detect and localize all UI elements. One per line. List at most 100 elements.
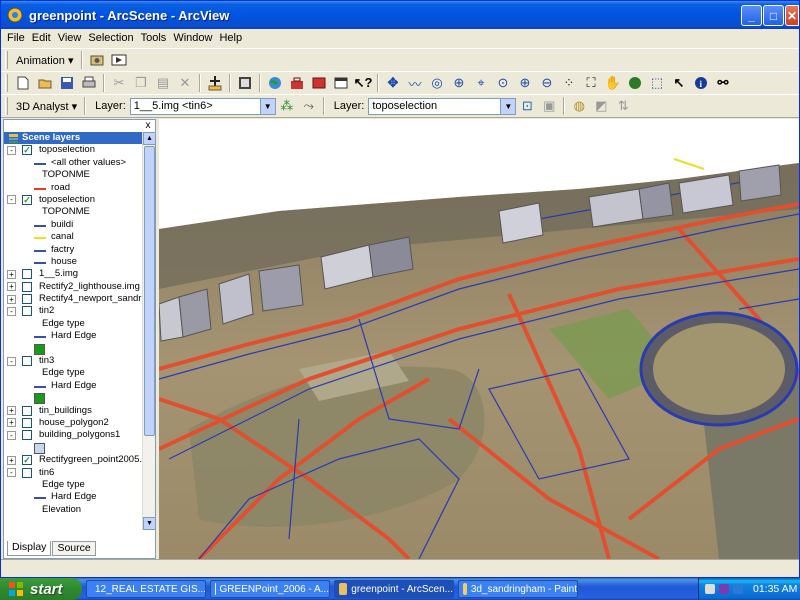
expand-icon[interactable]: + [7,282,16,292]
start-button[interactable]: start [0,578,82,600]
scene-properties-icon[interactable] [234,73,256,93]
collapse-icon[interactable]: - [7,145,16,155]
add-data-icon[interactable] [204,73,226,93]
steepest-path-icon[interactable]: ⤳ [298,96,320,116]
save-icon[interactable] [56,73,78,93]
collapse-icon[interactable]: - [7,356,16,366]
layer-visibility-checkbox[interactable] [22,294,32,305]
menu-help[interactable]: Help [219,32,242,44]
toc-row[interactable] [4,343,142,355]
new-icon[interactable] [12,73,34,93]
toc-row[interactable]: - tin6 [4,467,142,479]
animation-controls-icon[interactable] [108,50,130,70]
cut-icon[interactable]: ✂ [108,73,130,93]
menu-window[interactable]: Window [173,32,212,44]
maximize-button[interactable]: □ [763,5,784,26]
layer-select[interactable]: 1__5.img <tin6> ▼ [129,97,276,115]
command-line-icon[interactable] [308,73,330,93]
menu-selection[interactable]: Selection [88,32,133,44]
scroll-thumb[interactable] [144,146,155,436]
toc-row[interactable]: TOPONME [4,169,142,181]
scene-layers-header[interactable]: Scene layers [4,132,142,145]
globe-icon[interactable] [264,73,286,93]
layer-visibility-checkbox[interactable] [22,281,32,292]
toolbar-grip[interactable] [5,51,8,69]
toc-row[interactable]: factry [4,244,142,256]
task-arcscene[interactable]: greenpoint - ArcScen... [334,580,454,598]
expand-icon[interactable]: + [7,455,16,465]
menu-view[interactable]: View [58,32,82,44]
toc-row[interactable]: Hard Edge [4,330,142,342]
tab-source[interactable]: Source [52,541,96,556]
select-icon[interactable]: ↖ [668,73,690,93]
toc-row[interactable]: - tin3 [4,355,142,367]
delete-icon[interactable]: ✕ [174,73,196,93]
scroll-down-icon[interactable]: ▼ [143,517,156,530]
collapse-icon[interactable]: - [7,468,16,478]
task-greenpoint-2006[interactable]: GREENPoint_2006 - A... [210,580,330,598]
3d-analyst-menu-button[interactable]: 3D Analyst ▾ [12,97,81,115]
toc-row[interactable]: buildi [4,219,142,231]
toc-row[interactable]: canal [4,231,142,243]
zoom-out-icon[interactable]: ⊖ [536,73,558,93]
toc-row[interactable]: Hard Edge [4,380,142,392]
collapse-icon[interactable]: - [7,195,16,205]
toc-row[interactable]: - ✓ toposelection [4,144,142,156]
copy-icon[interactable]: ❐ [130,73,152,93]
toc-row[interactable]: + tin_buildings [4,405,142,417]
toc-row[interactable]: + Rectify4_newport_sandrin [4,293,142,305]
layer-visibility-checkbox[interactable] [22,405,32,416]
toc-close-icon[interactable]: x [143,121,153,131]
toc-scrollbar[interactable]: ▲ ▼ [142,132,156,530]
close-button[interactable]: ✕ [785,5,799,26]
full-extent-icon[interactable]: ⁘ [558,73,580,93]
toc-row[interactable]: house [4,256,142,268]
layer-visibility-checkbox[interactable] [22,356,32,367]
navigate-icon[interactable]: ✥ [382,73,404,93]
find-icon[interactable]: ⚯ [712,73,734,93]
toc-row[interactable] [4,442,142,454]
animation-menu-button[interactable]: Animation ▾ [12,51,78,69]
toc-row[interactable]: + Rectify2_lighthouse.img [4,281,142,293]
toc-row[interactable]: - tin2 [4,305,142,317]
target-center-icon[interactable]: ◎ [426,73,448,93]
toc-row[interactable]: + house_polygon2 [4,417,142,429]
layer-visibility-checkbox[interactable] [22,269,32,280]
title-bar[interactable]: greenpoint - ArcScene - ArcView _ □ ✕ [1,1,799,29]
pan-icon[interactable]: ✋ [602,73,624,93]
task-paint[interactable]: 3d_sandringham - Paint [458,580,578,598]
globe-navigate-icon[interactable] [624,73,646,93]
symbology-icon[interactable]: ◍ [568,96,590,116]
capture-view-icon[interactable] [86,50,108,70]
toc-row[interactable]: +1__5.img [4,268,142,280]
layer-visibility-checkbox[interactable]: ✓ [22,145,32,156]
zoom-to-target-icon[interactable]: ⊕ [448,73,470,93]
layer-visibility-checkbox[interactable] [22,306,32,317]
offset-icon[interactable]: ⇅ [612,96,634,116]
identify-icon[interactable]: i [690,73,712,93]
3d-scene-view[interactable] [159,119,799,559]
menu-edit[interactable]: Edit [32,32,51,44]
contour-icon[interactable]: ⁂ [276,96,298,116]
network-icon[interactable] [719,584,729,594]
collapse-icon[interactable]: - [7,430,16,440]
tab-display[interactable]: Display [7,541,52,556]
toc-row[interactable]: Elevation [4,504,142,516]
toc-row[interactable]: road [4,182,142,194]
print-icon[interactable] [78,73,100,93]
base-heights-icon[interactable]: ◩ [590,96,612,116]
chevron-down-icon[interactable]: ▼ [500,98,516,114]
toc-row[interactable]: Edge type [4,318,142,330]
menu-file[interactable]: File [7,32,25,44]
zoom-in-out-icon[interactable]: ⊙ [492,73,514,93]
scroll-up-icon[interactable]: ▲ [143,132,156,145]
keyboard-icon[interactable] [705,584,715,594]
fly-icon[interactable]: 〰 [404,73,426,93]
menu-tools[interactable]: Tools [141,32,167,44]
volume-icon[interactable] [733,584,743,594]
layer-visibility-checkbox[interactable] [22,417,32,428]
arctoolbox-icon[interactable] [286,73,308,93]
toc-row[interactable]: - building_polygons1 [4,429,142,441]
whats-this-icon[interactable]: ↖? [352,73,374,93]
toc-row[interactable]: + ✓ Rectifygreen_point2005.im [4,454,142,466]
